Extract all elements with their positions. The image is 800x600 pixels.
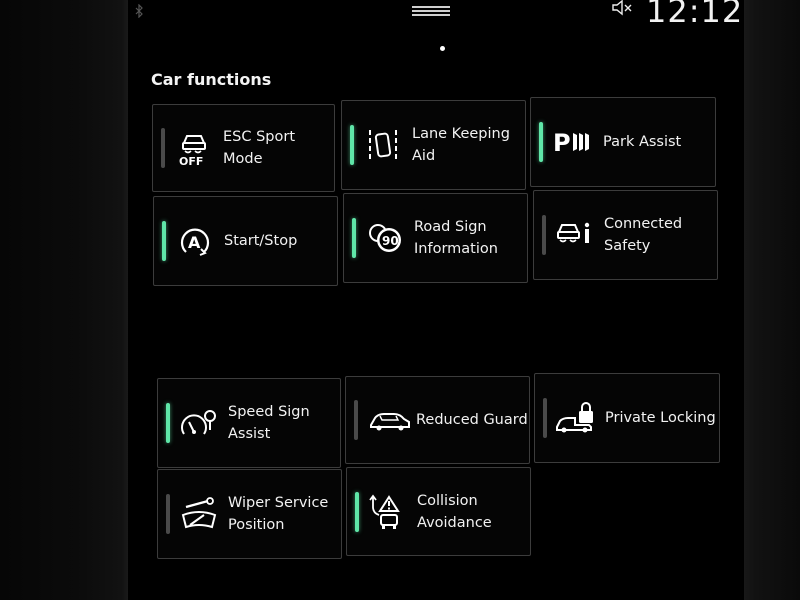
status-indicator [542,215,546,255]
status-indicator [166,403,170,443]
tile-connected-safety[interactable]: Connected Safety [533,190,718,280]
reduced-guard-icon [368,401,412,439]
park-assist-icon: P [553,123,599,161]
tile-label: Collision Avoidance [417,492,492,531]
tile-start-stop[interactable]: A Start/Stop [153,196,338,286]
svg-text:90: 90 [382,234,399,248]
svg-text:A: A [188,233,201,252]
svg-text:OFF: OFF [179,155,203,167]
tile-label: ESC Sport Mode [223,129,296,167]
status-indicator [166,494,170,534]
bluetooth-icon [134,4,144,18]
right-bezel [744,0,800,600]
page-indicator-dot [440,46,445,51]
tile-label: Connected Safety [604,216,683,254]
svg-text:P: P [553,129,571,157]
speed-sign-assist-icon [180,404,218,442]
status-indicator [161,128,165,168]
tile-label: Reduced Guard [416,412,528,428]
wiper-service-icon [180,495,218,533]
screen: 12:12 Car functions OFF ESC Sport Mode L… [128,0,744,600]
tile-speed-sign-assist[interactable]: Speed Sign Assist [157,378,341,468]
tile-collision-avoidance[interactable]: Collision Avoidance [346,467,531,556]
tile-esc-sport-mode[interactable]: OFF ESC Sport Mode [152,104,335,192]
lane-keeping-icon [364,126,402,164]
tile-road-sign-information[interactable]: 90 Road Sign Information [343,193,528,283]
tile-label: Park Assist [603,134,682,150]
status-bar: 12:12 [128,0,744,34]
status-indicator [162,221,166,261]
collision-avoidance-icon [369,493,407,531]
tile-label: Private Locking [605,410,716,426]
tile-reduced-guard[interactable]: Reduced Guard [345,376,530,464]
left-bezel [0,0,128,600]
status-indicator [355,491,359,532]
menu-handle-icon[interactable] [412,4,450,18]
status-indicator [350,125,354,165]
tile-label: Road Sign Information [414,219,498,257]
tile-park-assist[interactable]: P Park Assist [530,97,716,187]
status-indicator [543,398,547,438]
status-indicator [539,122,543,162]
start-stop-icon: A [176,222,214,260]
private-locking-icon [555,399,599,437]
mute-icon [612,0,634,16]
section-title: Car functions [151,70,272,89]
esc-off-icon: OFF [175,129,213,167]
tile-label: Lane Keeping Aid [412,126,510,164]
clock: 12:12 [646,0,744,30]
tile-wiper-service-position[interactable]: Wiper Service Position [157,469,342,559]
tile-label: Speed Sign Assist [228,404,310,442]
status-indicator [352,218,356,258]
tile-label: Wiper Service Position [228,495,329,533]
tile-label: Start/Stop [224,233,298,249]
tile-lane-keeping-aid[interactable]: Lane Keeping Aid [341,100,526,190]
status-indicator [354,400,358,440]
road-sign-icon: 90 [366,219,404,257]
connected-safety-icon [556,216,594,254]
tile-private-locking[interactable]: Private Locking [534,373,720,463]
